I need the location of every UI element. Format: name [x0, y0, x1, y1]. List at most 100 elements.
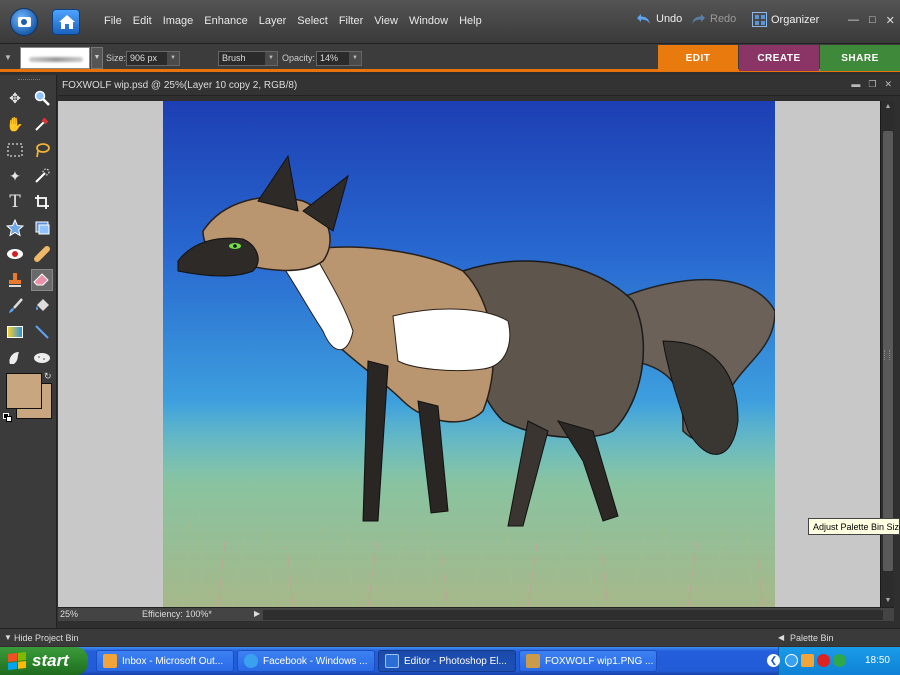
- start-button[interactable]: start: [0, 647, 88, 675]
- doc-restore-icon[interactable]: ❐: [868, 79, 876, 90]
- toolbox-grip[interactable]: [18, 79, 40, 81]
- red-eye-tool-icon[interactable]: [4, 243, 26, 265]
- move-tool-icon[interactable]: ✥: [4, 87, 26, 109]
- close-icon[interactable]: ✕: [886, 14, 895, 27]
- doc-close-icon[interactable]: ✕: [884, 79, 892, 90]
- clock[interactable]: 18:50: [865, 655, 890, 666]
- menu-enhance[interactable]: Enhance: [204, 15, 247, 27]
- menu-file[interactable]: File: [104, 15, 122, 27]
- opacity-value: 14%: [320, 53, 339, 63]
- undo-icon: [637, 14, 650, 24]
- tab-edit[interactable]: EDIT: [658, 45, 738, 71]
- redo-icon: [692, 14, 705, 24]
- organizer-button[interactable]: Organizer: [752, 12, 819, 27]
- outlook-tray-icon[interactable]: [801, 654, 814, 667]
- paint-bucket-tool-icon[interactable]: [31, 295, 53, 317]
- menu-edit[interactable]: Edit: [133, 15, 152, 27]
- horizontal-scrollbar[interactable]: [263, 610, 883, 620]
- ie-icon: [244, 654, 258, 668]
- quick-selection-tool-icon[interactable]: [31, 165, 53, 187]
- canvas-image[interactable]: [163, 101, 775, 607]
- menu-layer[interactable]: Layer: [259, 15, 287, 27]
- document-workspace: [58, 101, 880, 607]
- taskbar-item-photoshop[interactable]: Editor - Photoshop El...: [378, 650, 516, 672]
- healing-brush-tool-icon[interactable]: [31, 243, 53, 265]
- zoom-tool-icon[interactable]: [31, 87, 53, 109]
- marquee-tool-icon[interactable]: [4, 139, 26, 161]
- mode-select[interactable]: Brush ▼: [218, 51, 278, 66]
- organizer-label: Organizer: [771, 13, 820, 26]
- messenger-icon[interactable]: [833, 654, 846, 667]
- straighten-tool-icon[interactable]: [31, 217, 53, 239]
- minimize-icon[interactable]: —: [848, 14, 859, 27]
- tray-expand-icon[interactable]: ❮: [767, 654, 780, 667]
- redo-button[interactable]: Redo: [690, 13, 736, 25]
- lasso-tool-icon[interactable]: [31, 139, 53, 161]
- camera-icon[interactable]: [10, 8, 38, 36]
- line-tool-icon[interactable]: [31, 321, 53, 343]
- brush-preview[interactable]: [20, 47, 90, 69]
- menu-select[interactable]: Select: [297, 15, 328, 27]
- menu-window[interactable]: Window: [409, 15, 448, 27]
- taskbar-item-facebook[interactable]: Facebook - Windows ...: [237, 650, 375, 672]
- image-viewer-icon: [526, 654, 540, 668]
- eraser-tool-icon[interactable]: [31, 269, 53, 291]
- blur-tool-icon[interactable]: [4, 347, 26, 369]
- cookie-cutter-tool-icon[interactable]: [4, 217, 26, 239]
- clone-stamp-tool-icon[interactable]: [4, 269, 26, 291]
- swap-colors-icon[interactable]: ↻: [44, 371, 52, 382]
- scroll-up-icon[interactable]: ▲: [881, 101, 895, 113]
- magic-wand-tool-icon[interactable]: ✦: [4, 165, 26, 187]
- undo-button[interactable]: Undo: [636, 13, 682, 25]
- main-menu: File Edit Image Enhance Layer Select Fil…: [104, 15, 493, 27]
- crop-tool-icon[interactable]: [31, 191, 53, 213]
- status-menu-arrow-icon[interactable]: ▶: [254, 609, 260, 618]
- home-icon[interactable]: [52, 9, 80, 35]
- brush-dropdown-icon[interactable]: ▼: [91, 47, 103, 69]
- hide-project-bin-button[interactable]: Hide Project Bin: [14, 633, 79, 643]
- zoom-level[interactable]: 25%: [60, 609, 78, 619]
- type-tool-icon[interactable]: T: [4, 191, 26, 213]
- tool-preset-dropdown-icon[interactable]: ▼: [4, 53, 12, 62]
- menu-filter[interactable]: Filter: [339, 15, 363, 27]
- taskbar-item-foxwolf[interactable]: FOXWOLF wip1.PNG ...: [519, 650, 657, 672]
- menu-help[interactable]: Help: [459, 15, 482, 27]
- mode-value: Brush: [222, 53, 246, 63]
- opacity-dropdown-icon[interactable]: ▼: [349, 52, 361, 65]
- document-title: FOXWOLF wip.psd @ 25%(Layer 10 copy 2, R…: [62, 80, 298, 91]
- mode-dropdown-icon[interactable]: ▼: [265, 52, 277, 65]
- taskbar-item-outlook[interactable]: Inbox - Microsoft Out...: [96, 650, 234, 672]
- tab-share[interactable]: SHARE: [820, 45, 900, 71]
- tab-create[interactable]: CREATE: [739, 45, 819, 71]
- size-label: Size:: [106, 53, 127, 63]
- sponge-tool-icon[interactable]: [31, 347, 53, 369]
- palette-bin-resize-handle[interactable]: [884, 350, 890, 360]
- palette-bin-button[interactable]: Palette Bin: [790, 633, 834, 643]
- menu-image[interactable]: Image: [163, 15, 194, 27]
- default-colors-icon[interactable]: [3, 413, 13, 423]
- gradient-tool-icon[interactable]: [4, 321, 26, 343]
- size-field[interactable]: 906 px ▼: [126, 51, 180, 66]
- size-value: 906 px: [130, 53, 158, 63]
- palette-bin-arrow-icon: ◀: [778, 633, 785, 642]
- hand-tool-icon[interactable]: ✋: [4, 113, 26, 135]
- menu-view[interactable]: View: [374, 15, 398, 27]
- project-bin-bar: ▼ Hide Project Bin ◀ Palette Bin: [0, 628, 900, 646]
- organizer-icon: [752, 12, 767, 27]
- eyedropper-tool-icon[interactable]: [31, 113, 53, 135]
- brush-tool-icon[interactable]: [4, 295, 26, 317]
- doc-minimize-icon[interactable]: ▬: [851, 79, 860, 90]
- opacity-field[interactable]: 14% ▼: [316, 51, 362, 66]
- maximize-icon[interactable]: □: [869, 14, 876, 27]
- antivirus-icon[interactable]: [817, 654, 830, 667]
- window-controls: — □ ✕: [848, 14, 895, 27]
- network-icon[interactable]: [785, 654, 798, 667]
- foreground-color-swatch[interactable]: [6, 373, 42, 409]
- scroll-down-icon[interactable]: ▼: [881, 595, 895, 607]
- size-dropdown-icon[interactable]: ▼: [167, 52, 179, 65]
- system-tray: ❮ 18:50: [767, 647, 900, 675]
- photoshop-icon: [385, 654, 399, 668]
- document-window-controls: ▬ ❐ ✕: [851, 79, 892, 90]
- redo-label: Redo: [710, 13, 737, 25]
- document-title-bar: FOXWOLF wip.psd @ 25%(Layer 10 copy 2, R…: [58, 75, 900, 96]
